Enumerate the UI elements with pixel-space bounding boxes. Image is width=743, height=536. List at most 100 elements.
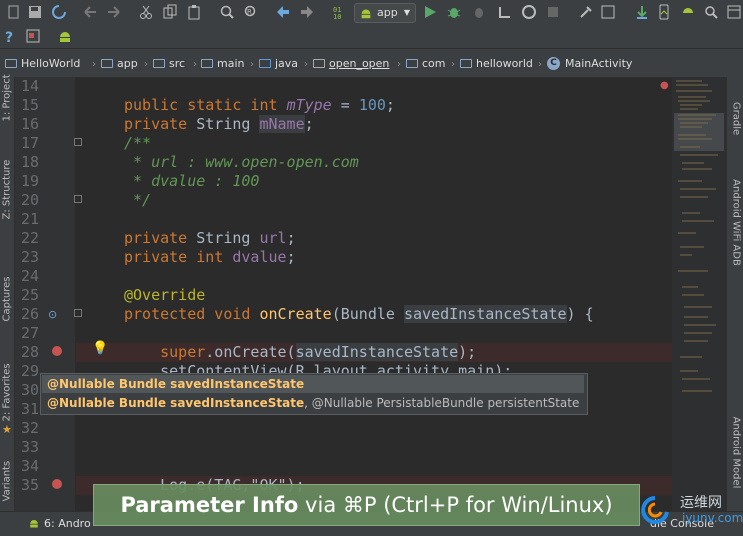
chevron-right-icon: › <box>397 59 401 70</box>
tab-captures[interactable]: Captures <box>2 277 13 322</box>
folder-icon <box>406 59 418 68</box>
forward-icon[interactable] <box>299 4 315 20</box>
sdk-manager-icon[interactable] <box>600 4 616 20</box>
tip-text: via ⌘P (Ctrl+P for Win/Linux) <box>298 493 613 517</box>
chevron-right-icon: › <box>193 59 197 70</box>
line-number: 27 <box>20 324 39 342</box>
android-icon <box>28 517 40 532</box>
logo-icon <box>641 496 669 524</box>
parameter-info-popup: @Nullable Bundle savedInstanceState @Nul… <box>40 373 588 415</box>
minimap-lines <box>676 80 718 392</box>
lightbulb-icon[interactable]: 💡 <box>92 341 108 356</box>
sdk-search-icon[interactable] <box>703 4 719 20</box>
make-icon[interactable]: 01 10 <box>332 4 348 20</box>
find-icon[interactable] <box>219 4 235 20</box>
line-number: 20 <box>20 191 39 209</box>
undo-icon[interactable] <box>82 4 98 20</box>
layout-icon[interactable] <box>726 4 742 20</box>
logcat-icon[interactable] <box>25 28 41 44</box>
toolbar-row-2: ? <box>0 24 743 48</box>
tab-project[interactable]: 1: Project <box>2 74 13 121</box>
tab-android-monitor[interactable]: 6: Andro <box>44 517 91 530</box>
code-line: * url : www.open-open.com <box>124 153 359 171</box>
code-line: private String url; <box>124 229 296 247</box>
run-config-select[interactable]: app ▼ <box>354 3 416 23</box>
signature-item[interactable]: @Nullable Bundle savedInstanceState <box>47 375 304 393</box>
tab-android-wifi-adb[interactable]: Android WiFi ADB <box>731 168 742 278</box>
folder-icon <box>101 59 113 68</box>
tab-gradle[interactable]: Gradle <box>731 95 742 143</box>
tip-banner: Parameter Info via ⌘P (Ctrl+P for Win/Li… <box>93 484 640 526</box>
star-icon: ★ <box>2 423 12 436</box>
android-icon <box>359 6 373 26</box>
tab-structure[interactable]: Z: Structure <box>2 160 13 220</box>
debug-icon[interactable] <box>446 4 462 20</box>
save-icon[interactable] <box>27 4 43 20</box>
tab-favorites[interactable]: 2: Favorites <box>2 363 13 421</box>
watermark-en: iyunv.com <box>682 511 743 525</box>
line-number: 33 <box>20 438 39 456</box>
chevron-down-icon: ▼ <box>403 8 410 17</box>
code-line: protected void onCreate(Bundle savedInst… <box>124 305 594 323</box>
line-number: 26 <box>20 305 39 323</box>
folder-icon <box>5 59 17 68</box>
file-icon[interactable] <box>6 4 22 20</box>
attach-debugger-icon[interactable] <box>471 4 487 20</box>
breakpoint-icon[interactable] <box>52 346 62 356</box>
android-monitor-icon[interactable] <box>680 4 696 20</box>
run-icon[interactable] <box>422 4 438 20</box>
code-line: private String mName; <box>124 115 314 133</box>
back-icon[interactable] <box>275 4 291 20</box>
line-number: 34 <box>20 457 39 475</box>
tip-title: Parameter Info <box>120 493 299 517</box>
cut-icon[interactable] <box>138 4 154 20</box>
apply-changes-icon[interactable] <box>497 4 513 20</box>
code-minimap[interactable] <box>672 77 726 511</box>
replace-icon[interactable]: R <box>243 4 259 20</box>
copy-icon[interactable] <box>162 4 178 20</box>
class-icon: C <box>547 57 560 70</box>
svg-text:R: R <box>247 8 252 16</box>
redo-icon[interactable] <box>106 4 122 20</box>
folder-icon <box>153 59 165 68</box>
breadcrumb: HelloWorld › app › src › main › java › o… <box>0 48 743 78</box>
sync-icon[interactable] <box>51 4 67 20</box>
watermark-cn: 运维网 <box>680 495 722 511</box>
line-number: 35 <box>20 476 39 494</box>
breakpoint-icon[interactable] <box>52 479 62 489</box>
line-number: 25 <box>20 286 39 304</box>
run-config-label: app <box>377 6 398 19</box>
line-number: 18 <box>20 153 39 171</box>
tab-build-variants[interactable]: Variants <box>2 461 13 502</box>
toolbar-row-1: R 01 10 app ▼ <box>0 0 743 24</box>
line-number: 14 <box>20 77 39 95</box>
folder-icon <box>460 59 472 68</box>
avd-manager-icon[interactable] <box>656 4 672 20</box>
right-tool-strip: Gradle Android WiFi ADB Android Model <box>726 77 743 511</box>
coverage-icon[interactable] <box>545 4 561 20</box>
line-number: 17 <box>20 134 39 152</box>
sync-gradle-icon[interactable] <box>634 4 650 20</box>
override-marker-icon[interactable]: ⊙ <box>48 308 57 321</box>
folder-icon <box>201 59 213 68</box>
chevron-right-icon: › <box>144 59 148 70</box>
line-number: 24 <box>20 267 39 285</box>
android-sdk-icon[interactable] <box>57 28 73 44</box>
stop-icon[interactable] <box>521 4 537 20</box>
chevron-right-icon: › <box>250 59 254 70</box>
folder-icon <box>259 59 271 68</box>
error-indicator-icon[interactable]: ● <box>660 80 669 91</box>
line-number: 28 <box>20 343 39 361</box>
watermark-logo: 运维网 iyunv.com <box>638 488 743 535</box>
chevron-right-icon: › <box>538 59 542 70</box>
tab-android-model[interactable]: Android Model <box>731 410 742 496</box>
code-editor[interactable]: public static int mType = 100; private S… <box>76 77 672 511</box>
line-number: 32 <box>20 419 39 437</box>
project-structure-icon[interactable] <box>578 4 594 20</box>
chevron-right-icon: › <box>451 59 455 70</box>
code-line: * dvalue : 100 <box>124 172 260 190</box>
paste-icon[interactable] <box>186 4 202 20</box>
line-number: 15 <box>20 96 39 114</box>
help-icon[interactable]: ? <box>2 28 18 44</box>
signature-item[interactable]: @Nullable Bundle savedInstanceState, @Nu… <box>47 394 579 412</box>
